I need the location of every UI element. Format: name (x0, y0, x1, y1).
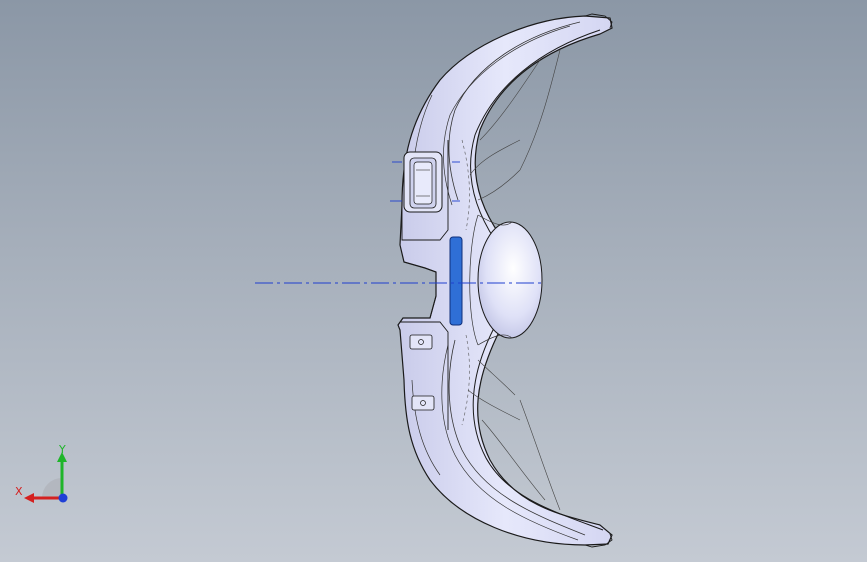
triad-plane-quadrant (42, 478, 62, 498)
surface-line-7 (469, 139, 521, 176)
x-axis-arrow-icon (24, 493, 34, 503)
side-panel-notch (403, 261, 437, 319)
cad-model[interactable] (0, 0, 867, 562)
graphics-viewport[interactable]: Y X (0, 0, 867, 562)
surface-line-3 (477, 169, 521, 201)
lower-tab-2[interactable] (411, 395, 435, 411)
y-axis-label: Y (59, 443, 66, 456)
coordinate-triad (24, 452, 68, 503)
center-dome[interactable] (477, 221, 543, 339)
z-axis-dot-icon (58, 493, 68, 503)
x-axis-label: X (15, 485, 23, 498)
selected-face[interactable] (449, 236, 463, 326)
upper-clip[interactable] (403, 151, 443, 213)
lower-tab-1[interactable] (409, 334, 433, 350)
surface-line-4 (477, 359, 516, 396)
